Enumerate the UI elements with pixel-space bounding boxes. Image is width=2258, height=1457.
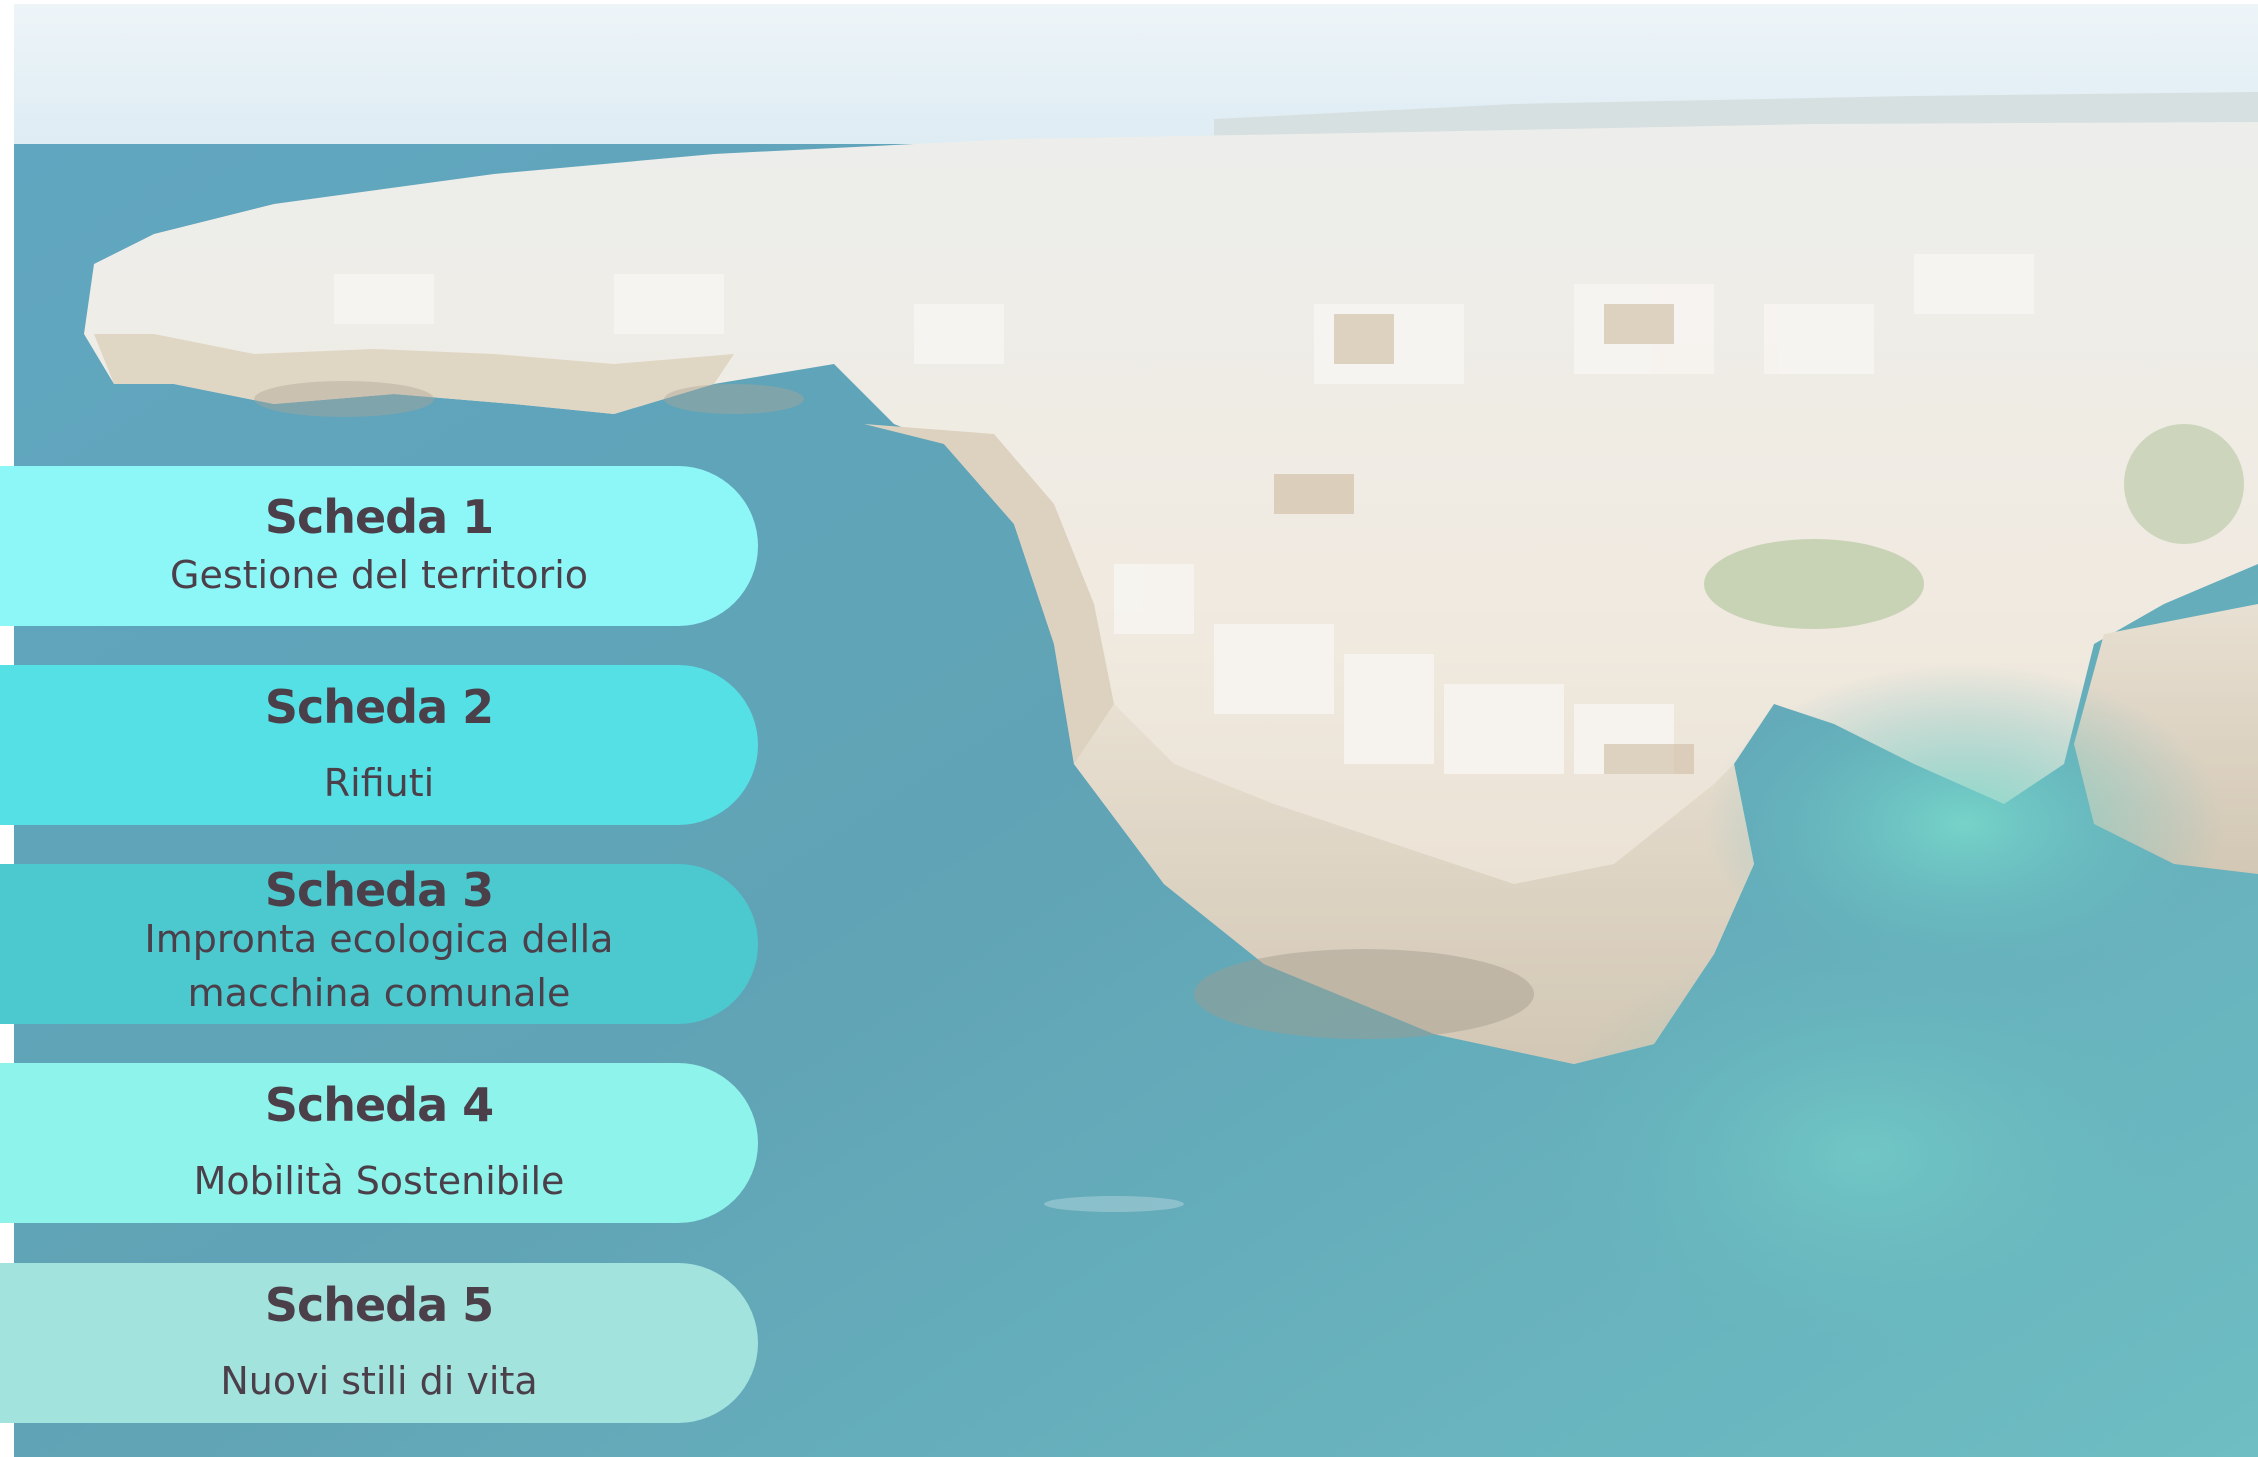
card-subtitle: Gestione del territorio [170,552,588,597]
card-scheda-1[interactable]: Scheda 1 Gestione del territorio [0,466,758,626]
card-title: Scheda 4 [264,1077,494,1132]
card-scheda-2[interactable]: Scheda 2 Rifiuti [0,665,758,825]
card-subtitle: Mobilità Sostenibile [193,1158,565,1203]
card-title: Scheda 1 [264,489,494,544]
card-title: Scheda 2 [264,679,494,734]
card-title: Scheda 3 [264,863,494,918]
card-subtitle: Nuovi stili di vita [220,1358,538,1403]
card-scheda-5[interactable]: Scheda 5 Nuovi stili di vita [0,1263,758,1423]
card-title: Scheda 5 [264,1277,494,1332]
card-scheda-4[interactable]: Scheda 4 Mobilità Sostenibile [0,1063,758,1223]
card-scheda-3[interactable]: Scheda 3 Impronta ecologica della macchi… [0,864,758,1024]
card-subtitle: Rifiuti [323,760,435,805]
card-subtitle: Impronta ecologica della macchina comuna… [144,917,614,1015]
